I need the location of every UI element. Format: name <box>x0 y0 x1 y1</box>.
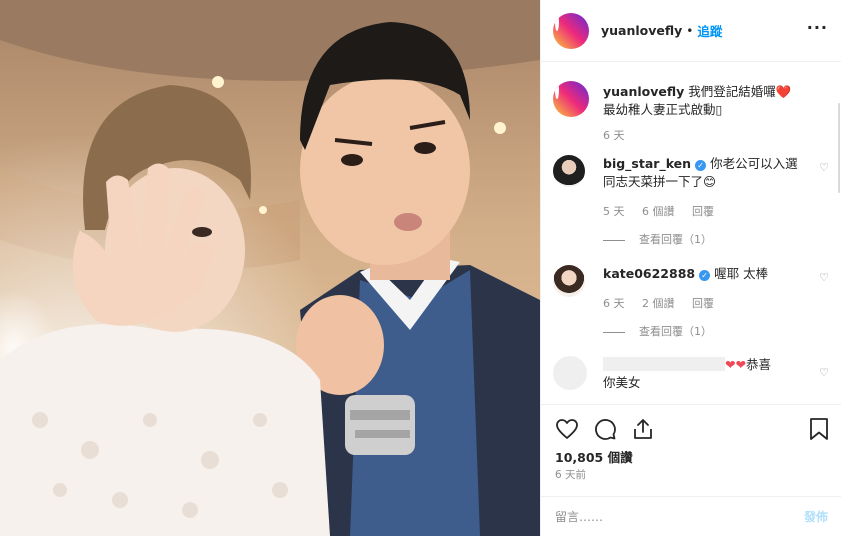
author-avatar[interactable] <box>553 12 589 49</box>
follow-button[interactable]: 追蹤 <box>697 21 722 40</box>
share-icon[interactable] <box>631 417 655 443</box>
comment-line2: 你美女 <box>603 375 641 390</box>
commenter-avatar[interactable] <box>553 155 585 187</box>
unknown-glyph: ▯ <box>715 102 723 117</box>
reply-button[interactable]: 回覆 <box>692 205 714 218</box>
comment-line1: 你老公可以入選 <box>710 156 798 171</box>
post-details-panel: yuanlovefly • 追蹤 ··· yuanlovefly 我們登記結婚囉… <box>540 0 841 536</box>
commenter-username[interactable]: kate0622888 <box>603 266 695 281</box>
comment-likes[interactable]: 6 個讚 <box>642 205 675 218</box>
more-options-icon[interactable]: ··· <box>807 20 828 36</box>
commenter-avatar[interactable] <box>553 356 587 390</box>
comment-meta: 5 天 6 個讚 回覆 <box>603 203 728 219</box>
comment-text: big_star_ken ✓ 你老公可以入選 同志天菜拼一下了😊 <box>603 155 803 191</box>
comment-text: kate0622888 ✓ 喔耶 太棒 <box>603 265 803 283</box>
comment-time[interactable]: 5 天 <box>603 205 625 218</box>
caption-line2: 最幼稚人妻正式啟動 <box>603 102 716 117</box>
comments-list[interactable]: yuanlovefly 我們登記結婚囉❤️ 最幼稚人妻正式啟動▯ 6 天 big… <box>541 63 841 403</box>
author-username[interactable]: yuanlovefly <box>601 23 682 38</box>
comment-line2: 同志天菜拼一下了 <box>603 174 704 189</box>
hearts-emoji-icon: ❤❤ <box>725 357 746 372</box>
heart-emoji-icon: ❤️ <box>775 84 792 99</box>
caption-author-avatar[interactable] <box>553 81 589 117</box>
like-comment-heart-icon[interactable]: ♡ <box>819 366 829 379</box>
view-replies-label[interactable]: 查看回覆（1） <box>639 325 712 338</box>
action-icons <box>555 417 655 443</box>
redacted-username <box>603 357 725 371</box>
action-bar: 10,805 個讚 6 天前 <box>541 404 841 496</box>
replies-divider <box>603 239 625 241</box>
bookmark-icon[interactable] <box>808 417 830 441</box>
like-heart-icon[interactable] <box>555 417 579 443</box>
caption-line1: 我們登記結婚囉 <box>688 84 776 99</box>
separator-dot: • <box>686 23 694 38</box>
commenter-avatar[interactable] <box>553 265 585 297</box>
likes-count[interactable]: 10,805 個讚 <box>555 447 633 466</box>
smile-emoji-icon: 😊 <box>703 174 717 189</box>
caption-username[interactable]: yuanlovefly <box>603 84 684 99</box>
caption-time[interactable]: 6 天 <box>603 127 625 143</box>
commenter-username[interactable]: big_star_ken <box>603 156 691 171</box>
replies-divider <box>603 331 625 333</box>
comment-likes[interactable]: 2 個讚 <box>642 297 675 310</box>
comment-time[interactable]: 6 天 <box>603 297 625 310</box>
add-comment-bar: 留言…… 發佈 <box>541 496 841 536</box>
comment-input[interactable]: 留言…… <box>555 508 603 525</box>
view-replies-button[interactable]: 查看回覆（1） <box>603 323 712 339</box>
like-comment-heart-icon[interactable]: ♡ <box>819 161 829 174</box>
comment-bubble-icon[interactable] <box>593 417 617 443</box>
verified-badge-icon: ✓ <box>695 160 707 171</box>
like-comment-heart-icon[interactable]: ♡ <box>819 271 829 284</box>
comment-line1: 喔耶 太棒 <box>714 266 769 281</box>
comment-line1: 恭喜 <box>745 357 771 372</box>
view-replies-button[interactable]: 查看回覆（1） <box>603 231 712 247</box>
view-replies-label[interactable]: 查看回覆（1） <box>639 233 712 246</box>
reply-button[interactable]: 回覆 <box>692 297 714 310</box>
post-date[interactable]: 6 天前 <box>555 467 586 482</box>
post-header: yuanlovefly • 追蹤 ··· <box>541 0 841 62</box>
comment-text: ❤❤恭喜 你美女 <box>603 356 803 392</box>
verified-badge-icon: ✓ <box>699 270 711 281</box>
post-photo[interactable] <box>0 0 540 536</box>
couple-selfie-image <box>0 0 540 536</box>
caption-text: yuanlovefly 我們登記結婚囉❤️ 最幼稚人妻正式啟動▯ <box>603 83 828 119</box>
post-comment-button[interactable]: 發佈 <box>804 508 828 525</box>
comment-meta: 6 天 2 個讚 回覆 <box>603 295 728 311</box>
